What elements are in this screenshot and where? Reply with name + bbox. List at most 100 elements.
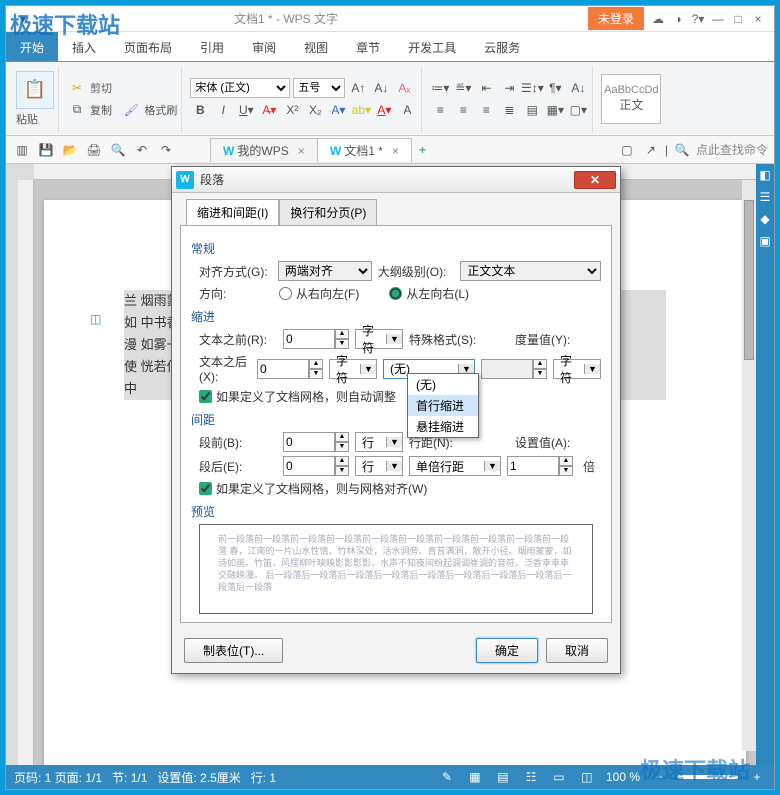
print-icon[interactable]: 🖨 — [84, 140, 104, 160]
text-before-input[interactable] — [283, 329, 335, 349]
menu-chapter[interactable]: 章节 — [342, 32, 394, 61]
align-right-icon[interactable]: ≡ — [476, 100, 496, 120]
checkbox-auto-adjust[interactable]: 如果定义了文档网格，则自动调整 — [199, 388, 396, 405]
format-painter-icon[interactable]: 🖌 — [121, 100, 141, 120]
after-para-input[interactable] — [283, 456, 335, 476]
login-button[interactable]: 未登录 — [588, 7, 644, 30]
copy-icon[interactable]: ⧉ — [67, 100, 87, 120]
unit-line-combo[interactable]: 行▼ — [355, 432, 403, 452]
search-placeholder[interactable]: 点此查找命令 — [696, 141, 768, 158]
new-icon[interactable]: ▥ — [12, 140, 32, 160]
chevron-down-icon[interactable]: ▼ — [360, 364, 376, 374]
spellcheck-icon[interactable]: ✎ — [438, 768, 456, 786]
char-border-icon[interactable]: A — [397, 100, 417, 120]
text-after-input[interactable] — [257, 359, 309, 379]
numbering-icon[interactable]: ≝▾ — [453, 78, 473, 98]
window-icon[interactable]: ▢ — [617, 140, 637, 160]
view-print-icon[interactable]: ▦ — [466, 768, 484, 786]
spinner[interactable]: ▲▼ — [335, 329, 349, 349]
dialog-tab-indent[interactable]: 缩进和间距(I) — [186, 199, 279, 226]
search-icon[interactable]: 🔍 — [672, 140, 692, 160]
cloud-icon[interactable]: ☁ — [648, 12, 668, 26]
superscript-icon[interactable]: X² — [282, 100, 302, 120]
borders-icon[interactable]: ▢▾ — [568, 100, 588, 120]
spinner[interactable]: ▲▼ — [335, 432, 349, 452]
menu-pagelayout[interactable]: 页面布局 — [110, 32, 186, 61]
chevron-down-icon[interactable]: ▼ — [386, 461, 402, 471]
font-effect-icon[interactable]: A▾ — [328, 100, 348, 120]
style-preview[interactable]: AaBbCcDd 正文 — [601, 74, 661, 124]
chevron-down-icon[interactable]: ▼ — [386, 334, 402, 344]
cut-icon[interactable]: ✂ — [67, 78, 87, 98]
view-web-icon[interactable]: ☷ — [522, 768, 540, 786]
tab-close-icon[interactable]: × — [298, 144, 305, 158]
clear-format-icon[interactable]: Aₓ — [394, 78, 414, 98]
redo-icon[interactable]: ↷ — [156, 140, 176, 160]
chevron-down-icon[interactable]: ▼ — [458, 364, 474, 374]
skin-icon[interactable]: ◑ — [668, 12, 688, 26]
minimize-icon[interactable]: — — [708, 12, 728, 26]
italic-icon[interactable]: I — [213, 100, 233, 120]
menu-view[interactable]: 视图 — [290, 32, 342, 61]
indent-dec-icon[interactable]: ⇤ — [476, 78, 496, 98]
vertical-ruler[interactable] — [18, 180, 34, 765]
new-tab-button[interactable]: + — [411, 140, 434, 160]
increase-font-icon[interactable]: A↑ — [348, 78, 368, 98]
pane-select-icon[interactable]: ☰ — [760, 190, 771, 204]
tab-doc1[interactable]: W 文档1 * × — [317, 138, 412, 162]
spinner[interactable]: ▲▼ — [559, 456, 573, 476]
ok-button[interactable]: 确定 — [476, 638, 538, 663]
font-color-icon[interactable]: A▾ — [374, 100, 394, 120]
set-value-input[interactable] — [507, 456, 559, 476]
dropdown-item-none[interactable]: (无) — [408, 374, 478, 395]
dropdown-item-hanging[interactable]: 悬挂缩进 — [408, 416, 478, 437]
strikethrough-icon[interactable]: A̶▾ — [259, 100, 279, 120]
outline-select[interactable]: 正文文本 — [460, 261, 601, 281]
cancel-button[interactable]: 取消 — [546, 638, 608, 663]
alignment-select[interactable]: 两端对齐 — [278, 261, 372, 281]
align-distribute-icon[interactable]: ▤ — [522, 100, 542, 120]
font-size-select[interactable]: 五号 — [293, 78, 345, 98]
decrease-font-icon[interactable]: A↓ — [371, 78, 391, 98]
chevron-down-icon[interactable]: ▼ — [386, 437, 402, 447]
save-icon[interactable]: 💾 — [36, 140, 56, 160]
spinner[interactable]: ▲▼ — [533, 359, 547, 379]
reveal-icon[interactable]: ¶▾ — [545, 78, 565, 98]
menu-review[interactable]: 审阅 — [238, 32, 290, 61]
line-spacing-combo[interactable]: 单倍行距▼ — [409, 456, 501, 476]
before-para-input[interactable] — [283, 432, 335, 452]
zoom-in-icon[interactable]: + — [748, 768, 766, 786]
unit-char-combo[interactable]: 字符▼ — [355, 329, 403, 349]
unit-char-combo[interactable]: 字符▼ — [329, 359, 377, 379]
radio-rtl[interactable]: 从右向左(F) — [279, 285, 359, 302]
sort-icon[interactable]: A↓ — [568, 78, 588, 98]
unit-char-combo[interactable]: 字符▼ — [553, 359, 601, 379]
align-justify-icon[interactable]: ≣ — [499, 100, 519, 120]
undo-icon[interactable]: ↶ — [132, 140, 152, 160]
help-icon[interactable]: ?▾ — [688, 12, 708, 26]
underline-icon[interactable]: U▾ — [236, 100, 256, 120]
maximize-icon[interactable]: □ — [728, 12, 748, 26]
chevron-down-icon[interactable]: ▼ — [584, 364, 600, 374]
paste-button[interactable]: 📋 — [16, 71, 54, 109]
spinner[interactable]: ▲▼ — [309, 359, 323, 379]
shading-icon[interactable]: ▦▾ — [545, 100, 565, 120]
line-spacing-icon[interactable]: ☰↕▾ — [522, 78, 542, 98]
popup-icon[interactable]: ↗ — [641, 140, 661, 160]
dropdown-item-firstline[interactable]: 首行缩进 — [408, 395, 478, 416]
align-center-icon[interactable]: ≡ — [453, 100, 473, 120]
spinner[interactable]: ▲▼ — [335, 456, 349, 476]
radio-ltr[interactable]: 从左向右(L) — [389, 285, 469, 302]
menu-devtools[interactable]: 开发工具 — [394, 32, 470, 61]
tabstops-button[interactable]: 制表位(T)... — [184, 638, 283, 663]
font-name-select[interactable]: 宋体 (正文) — [190, 78, 290, 98]
vertical-scrollbar[interactable] — [742, 180, 756, 751]
close-icon[interactable]: × — [748, 12, 768, 26]
indent-inc-icon[interactable]: ⇥ — [499, 78, 519, 98]
dialog-tab-pagebreak[interactable]: 换行和分页(P) — [279, 199, 377, 226]
preview-icon[interactable]: 🔍 — [108, 140, 128, 160]
dialog-close-button[interactable]: ✕ — [574, 171, 616, 189]
highlight-icon[interactable]: ab▾ — [351, 100, 371, 120]
unit-line-combo[interactable]: 行▼ — [355, 456, 403, 476]
scrollbar-thumb[interactable] — [744, 200, 754, 360]
